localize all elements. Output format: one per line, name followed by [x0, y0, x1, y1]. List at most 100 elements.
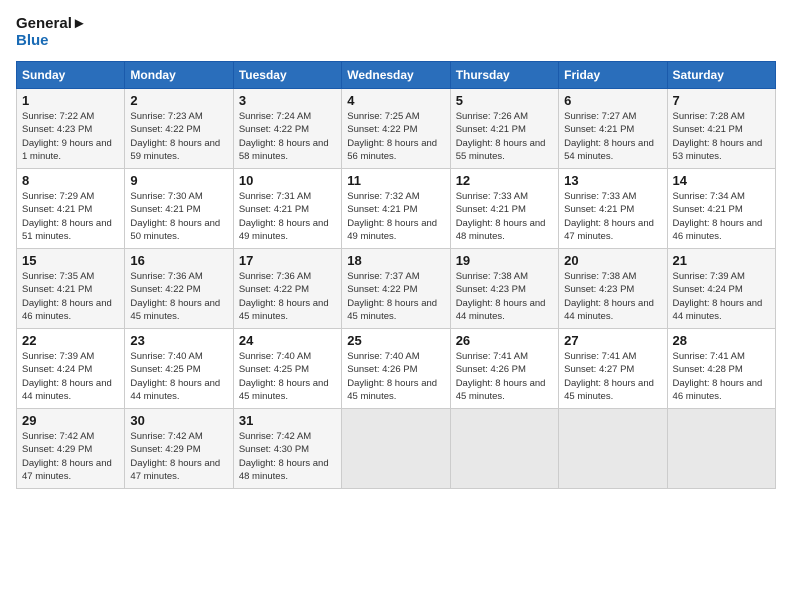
calendar-cell: 3 Sunrise: 7:24 AMSunset: 4:22 PMDaylight…: [233, 89, 341, 169]
calendar-cell: 16 Sunrise: 7:36 AMSunset: 4:22 PMDayligh…: [125, 249, 233, 329]
day-number: 14: [673, 173, 770, 188]
day-info: Sunrise: 7:27 AMSunset: 4:21 PMDaylight:…: [564, 110, 661, 163]
header-day-monday: Monday: [125, 62, 233, 89]
calendar-week-2: 8 Sunrise: 7:29 AMSunset: 4:21 PMDaylight…: [17, 169, 776, 249]
header-day-thursday: Thursday: [450, 62, 558, 89]
day-info: Sunrise: 7:33 AMSunset: 4:21 PMDaylight:…: [564, 190, 661, 243]
day-number: 18: [347, 253, 444, 268]
day-number: 27: [564, 333, 661, 348]
day-number: 11: [347, 173, 444, 188]
calendar-table: SundayMondayTuesdayWednesdayThursdayFrid…: [16, 61, 776, 489]
day-number: 29: [22, 413, 119, 428]
calendar-cell: 26Sunrise: 7:41 AMSunset: 4:26 PMDayligh…: [450, 329, 558, 409]
calendar-cell: 5 Sunrise: 7:26 AMSunset: 4:21 PMDaylight…: [450, 89, 558, 169]
day-info: Sunrise: 7:36 AMSunset: 4:22 PMDaylight:…: [239, 270, 336, 323]
day-info: Sunrise: 7:42 AMSunset: 4:29 PMDaylight:…: [130, 430, 227, 483]
day-info: Sunrise: 7:42 AMSunset: 4:29 PMDaylight:…: [22, 430, 119, 483]
day-number: 12: [456, 173, 553, 188]
day-info: Sunrise: 7:41 AMSunset: 4:27 PMDaylight:…: [564, 350, 661, 403]
day-info: Sunrise: 7:37 AMSunset: 4:22 PMDaylight:…: [347, 270, 444, 323]
day-number: 28: [673, 333, 770, 348]
calendar-cell: 29 Sunrise: 7:42 AMSunset: 4:29 PMDayligh…: [17, 409, 125, 489]
day-number: 30: [130, 413, 227, 428]
calendar-cell: 13 Sunrise: 7:33 AMSunset: 4:21 PMDayligh…: [559, 169, 667, 249]
day-number: 4: [347, 93, 444, 108]
day-info: Sunrise: 7:40 AMSunset: 4:25 PMDaylight:…: [130, 350, 227, 403]
calendar-cell: 8 Sunrise: 7:29 AMSunset: 4:21 PMDaylight…: [17, 169, 125, 249]
calendar-cell: 25 Sunrise: 7:40 AMSunset: 4:26 PMDayligh…: [342, 329, 450, 409]
day-info: Sunrise: 7:36 AMSunset: 4:22 PMDaylight:…: [130, 270, 227, 323]
calendar-week-3: 15 Sunrise: 7:35 AMSunset: 4:21 PMDayligh…: [17, 249, 776, 329]
day-number: 1: [22, 93, 119, 108]
day-info: Sunrise: 7:26 AMSunset: 4:21 PMDaylight:…: [456, 110, 553, 163]
calendar-cell: [559, 409, 667, 489]
header-day-wednesday: Wednesday: [342, 62, 450, 89]
day-number: 9: [130, 173, 227, 188]
day-info: Sunrise: 7:29 AMSunset: 4:21 PMDaylight:…: [22, 190, 119, 243]
day-info: Sunrise: 7:38 AMSunset: 4:23 PMDaylight:…: [564, 270, 661, 323]
header-day-friday: Friday: [559, 62, 667, 89]
calendar-cell: [450, 409, 558, 489]
day-info: Sunrise: 7:41 AMSunset: 4:28 PMDaylight:…: [673, 350, 770, 403]
day-number: 6: [564, 93, 661, 108]
calendar-cell: 31 Sunrise: 7:42 AMSunset: 4:30 PMDayligh…: [233, 409, 341, 489]
calendar-cell: 18 Sunrise: 7:37 AMSunset: 4:22 PMDayligh…: [342, 249, 450, 329]
day-info: Sunrise: 7:38 AMSunset: 4:23 PMDaylight:…: [456, 270, 553, 323]
calendar-cell: 7Sunrise: 7:28 AMSunset: 4:21 PMDaylight…: [667, 89, 775, 169]
header-day-tuesday: Tuesday: [233, 62, 341, 89]
header-day-saturday: Saturday: [667, 62, 775, 89]
day-number: 26: [456, 333, 553, 348]
logo-blue: Blue: [16, 33, 87, 50]
calendar-cell: 1 Sunrise: 7:22 AMSunset: 4:23 PMDaylight…: [17, 89, 125, 169]
day-info: Sunrise: 7:24 AMSunset: 4:22 PMDaylight:…: [239, 110, 336, 163]
calendar-cell: 6 Sunrise: 7:27 AMSunset: 4:21 PMDaylight…: [559, 89, 667, 169]
day-info: Sunrise: 7:42 AMSunset: 4:30 PMDaylight:…: [239, 430, 336, 483]
day-info: Sunrise: 7:25 AMSunset: 4:22 PMDaylight:…: [347, 110, 444, 163]
day-number: 13: [564, 173, 661, 188]
day-number: 2: [130, 93, 227, 108]
page-header: General► Blue: [16, 16, 776, 49]
day-number: 3: [239, 93, 336, 108]
calendar-cell: [667, 409, 775, 489]
header-day-sunday: Sunday: [17, 62, 125, 89]
day-info: Sunrise: 7:31 AMSunset: 4:21 PMDaylight:…: [239, 190, 336, 243]
calendar-cell: 27 Sunrise: 7:41 AMSunset: 4:27 PMDayligh…: [559, 329, 667, 409]
day-number: 25: [347, 333, 444, 348]
day-number: 24: [239, 333, 336, 348]
calendar-cell: 10Sunrise: 7:31 AMSunset: 4:21 PMDayligh…: [233, 169, 341, 249]
calendar-cell: 11 Sunrise: 7:32 AMSunset: 4:21 PMDayligh…: [342, 169, 450, 249]
day-number: 8: [22, 173, 119, 188]
day-number: 7: [673, 93, 770, 108]
day-number: 31: [239, 413, 336, 428]
day-number: 21: [673, 253, 770, 268]
day-info: Sunrise: 7:30 AMSunset: 4:21 PMDaylight:…: [130, 190, 227, 243]
day-info: Sunrise: 7:39 AMSunset: 4:24 PMDaylight:…: [22, 350, 119, 403]
calendar-cell: 22 Sunrise: 7:39 AMSunset: 4:24 PMDayligh…: [17, 329, 125, 409]
day-number: 17: [239, 253, 336, 268]
header-row: SundayMondayTuesdayWednesdayThursdayFrid…: [17, 62, 776, 89]
calendar-cell: 30 Sunrise: 7:42 AMSunset: 4:29 PMDayligh…: [125, 409, 233, 489]
calendar-cell: 9 Sunrise: 7:30 AMSunset: 4:21 PMDaylight…: [125, 169, 233, 249]
calendar-cell: [342, 409, 450, 489]
calendar-cell: 28 Sunrise: 7:41 AMSunset: 4:28 PMDayligh…: [667, 329, 775, 409]
day-number: 15: [22, 253, 119, 268]
day-info: Sunrise: 7:35 AMSunset: 4:21 PMDaylight:…: [22, 270, 119, 323]
calendar-cell: 23Sunrise: 7:40 AMSunset: 4:25 PMDayligh…: [125, 329, 233, 409]
day-info: Sunrise: 7:32 AMSunset: 4:21 PMDaylight:…: [347, 190, 444, 243]
calendar-cell: 4 Sunrise: 7:25 AMSunset: 4:22 PMDaylight…: [342, 89, 450, 169]
calendar-cell: 2Sunrise: 7:23 AMSunset: 4:22 PMDaylight…: [125, 89, 233, 169]
calendar-cell: 12Sunrise: 7:33 AMSunset: 4:21 PMDayligh…: [450, 169, 558, 249]
day-number: 5: [456, 93, 553, 108]
day-number: 16: [130, 253, 227, 268]
day-info: Sunrise: 7:22 AMSunset: 4:23 PMDaylight:…: [22, 110, 119, 163]
day-number: 19: [456, 253, 553, 268]
logo: General► Blue: [16, 16, 87, 49]
calendar-week-1: 1 Sunrise: 7:22 AMSunset: 4:23 PMDaylight…: [17, 89, 776, 169]
calendar-cell: 19 Sunrise: 7:38 AMSunset: 4:23 PMDayligh…: [450, 249, 558, 329]
calendar-week-4: 22 Sunrise: 7:39 AMSunset: 4:24 PMDayligh…: [17, 329, 776, 409]
day-info: Sunrise: 7:40 AMSunset: 4:26 PMDaylight:…: [347, 350, 444, 403]
calendar-cell: 15 Sunrise: 7:35 AMSunset: 4:21 PMDayligh…: [17, 249, 125, 329]
calendar-cell: 14Sunrise: 7:34 AMSunset: 4:21 PMDayligh…: [667, 169, 775, 249]
day-number: 22: [22, 333, 119, 348]
day-info: Sunrise: 7:40 AMSunset: 4:25 PMDaylight:…: [239, 350, 336, 403]
